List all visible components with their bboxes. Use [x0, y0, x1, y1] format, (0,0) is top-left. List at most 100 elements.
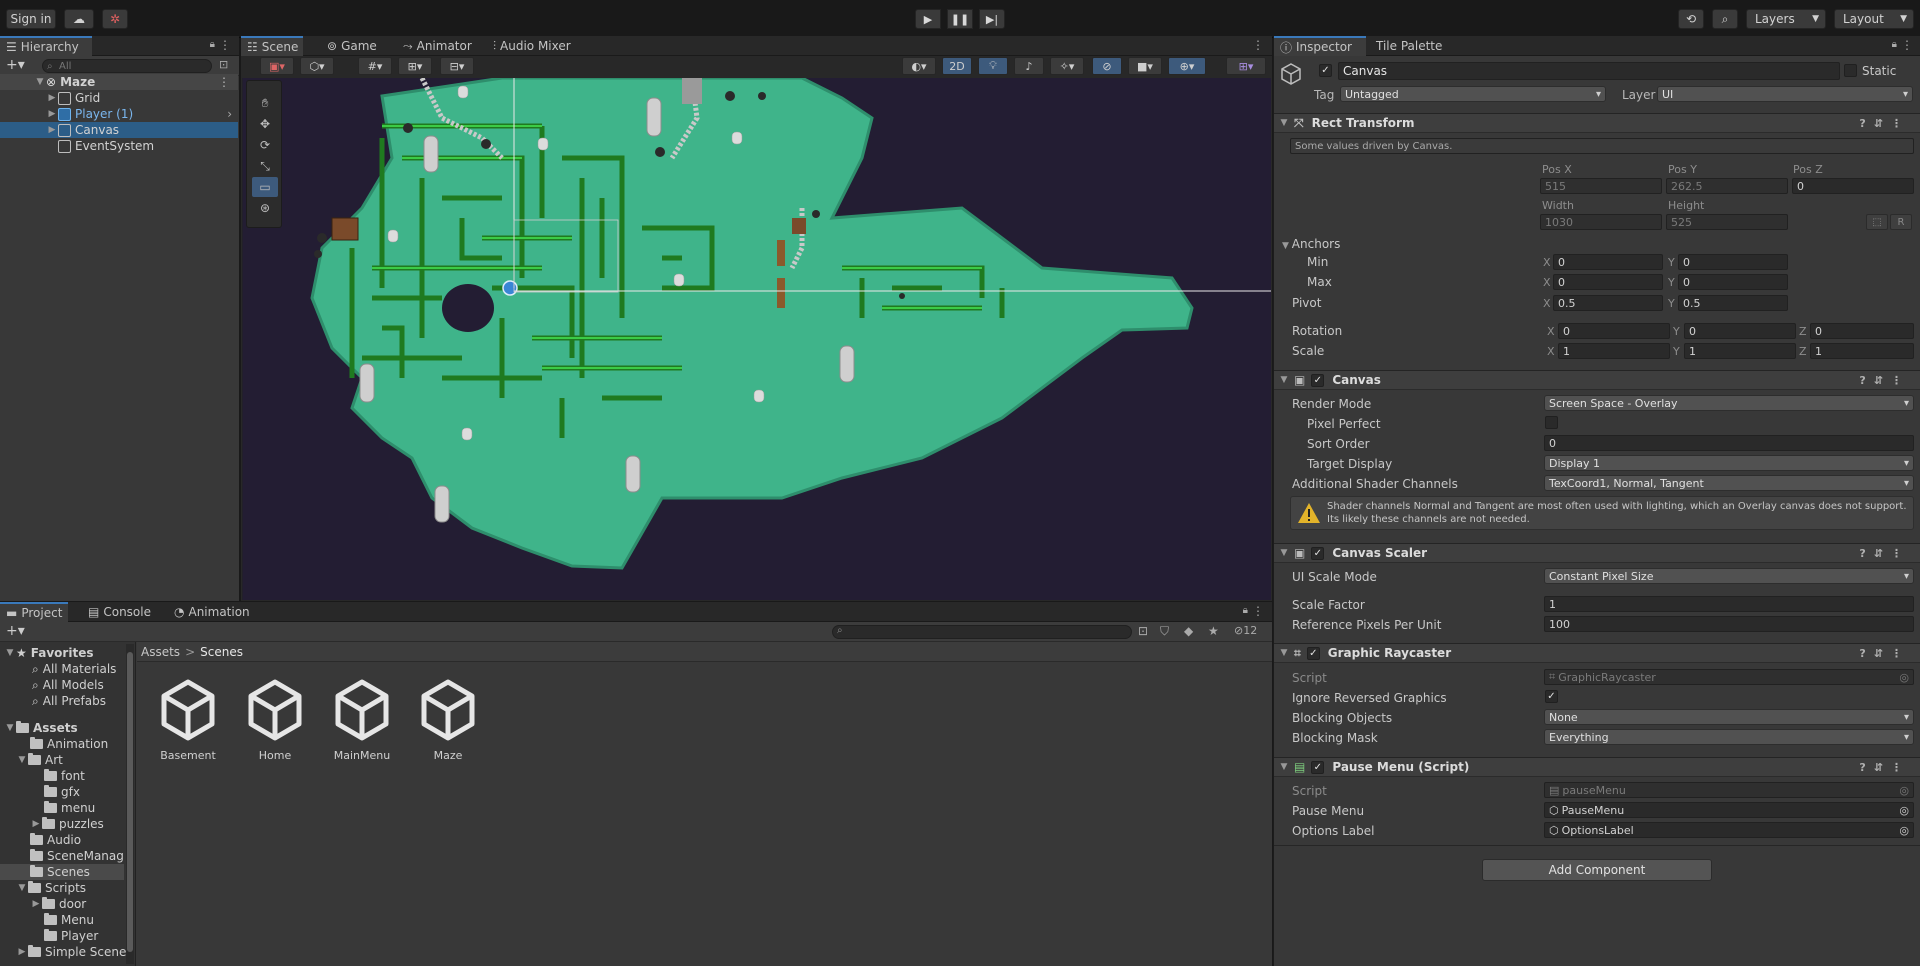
graphic-raycaster-header[interactable]: ▼ ⌗ ✓ Graphic Raycaster ?⇵⋮ [1274, 643, 1920, 663]
rect-transform-header[interactable]: ▼ ⤧ Rect Transform ?⇵⋮ [1274, 113, 1920, 133]
anchor-max-x-field[interactable]: 0 [1553, 274, 1663, 290]
ref-ppu-field[interactable]: 100 [1544, 616, 1914, 632]
scene-asset-basement[interactable]: Basement [150, 678, 226, 762]
static-checkbox[interactable] [1844, 64, 1857, 77]
project-folder[interactable]: menu [44, 800, 95, 816]
add-component-button[interactable]: Add Component [1482, 859, 1712, 881]
favorite-item[interactable]: ⌕ All Materials [32, 661, 116, 677]
overlay-menu-button[interactable]: ⊞▾ [1226, 57, 1266, 75]
scale-factor-field[interactable]: 1 [1544, 596, 1914, 612]
hierarchy-item-canvas[interactable]: ▶ Canvas [0, 122, 238, 138]
blocking-mask-dropdown[interactable]: Everything [1544, 729, 1914, 745]
expand-triangle-icon[interactable]: ▶ [46, 93, 58, 103]
pos-z-field[interactable]: 0 [1792, 178, 1914, 194]
audio-toggle[interactable]: ♪ [1014, 57, 1044, 75]
pixel-perfect-checkbox[interactable] [1545, 416, 1558, 429]
more-icon[interactable]: ⋮ [1252, 604, 1264, 618]
step-button[interactable]: ▶| [979, 9, 1005, 29]
object-picker-icon[interactable]: ◎ [1899, 824, 1909, 837]
options-label-object-field[interactable]: ⬡ OptionsLabel ◎ [1544, 822, 1914, 838]
tag-dropdown[interactable]: Untagged [1340, 86, 1606, 102]
lock-icon[interactable]: 🔒︎ [1892, 39, 1897, 50]
scale-x-field[interactable]: 1 [1558, 343, 1670, 359]
active-checkbox[interactable]: ✓ [1319, 64, 1332, 77]
pivot-x-field[interactable]: 0.5 [1553, 295, 1663, 311]
mode-2d-toggle[interactable]: 2D [942, 57, 972, 75]
star-icon[interactable]: ★ [1208, 624, 1219, 638]
blocking-objects-dropdown[interactable]: None [1544, 709, 1914, 725]
filter-type-icon[interactable]: ⊡ [1138, 624, 1148, 638]
rotation-z-field[interactable]: 0 [1810, 323, 1914, 339]
layer-dropdown[interactable]: UI [1657, 86, 1913, 102]
lighting-toggle[interactable]: 💡︎ [978, 57, 1008, 75]
filter-label-icon[interactable]: ⛉ [1160, 624, 1169, 639]
increment-snap-button[interactable]: ⊞▾ [398, 57, 432, 75]
more-icon[interactable]: ⋮ [219, 38, 231, 52]
project-folder[interactable]: ▼ Scripts [16, 880, 86, 896]
anchors-row[interactable]: ▼ Anchors [1282, 237, 1340, 251]
expand-triangle-icon[interactable]: ▶ [30, 899, 42, 909]
expand-triangle-icon[interactable]: ▼ [1278, 548, 1290, 558]
assets-header[interactable]: ▼ Assets [4, 720, 78, 736]
cloud-button[interactable]: ☁ [64, 9, 94, 29]
ui-scale-mode-dropdown[interactable]: Constant Pixel Size [1544, 568, 1914, 584]
layout-dropdown[interactable]: Layout ▼ [1834, 9, 1914, 29]
scale-y-field[interactable]: 1 [1684, 343, 1796, 359]
canvas-component-header[interactable]: ▼ ▣ ✓ Canvas ?⇵⋮ [1274, 370, 1920, 390]
pause-menu-object-field[interactable]: ⬡ PauseMenu ◎ [1544, 802, 1914, 818]
search-filter-icon[interactable]: ⊡ [219, 58, 228, 71]
project-folder[interactable]: SceneManag [30, 848, 124, 864]
target-display-dropdown[interactable]: Display 1 [1544, 455, 1914, 471]
expand-triangle-icon[interactable]: ▼ [16, 755, 28, 765]
project-folder[interactable]: gfx [44, 784, 80, 800]
project-folder[interactable]: font [44, 768, 85, 784]
anchor-min-y-field[interactable]: 0 [1678, 254, 1788, 270]
hand-tool[interactable]: ✋︎ [252, 93, 278, 113]
add-icon[interactable]: +▾ [6, 57, 25, 73]
more-icon[interactable]: ⋮ [1252, 38, 1264, 52]
hierarchy-search-input[interactable]: ⌕ All [42, 59, 212, 73]
tag-icon[interactable]: ◆ [1184, 624, 1193, 638]
anchor-max-y-field[interactable]: 0 [1678, 274, 1788, 290]
project-folder[interactable]: ▶ puzzles [30, 816, 104, 832]
scale-tool[interactable]: ⤡ [252, 156, 278, 176]
rect-tool[interactable]: ▭ [252, 177, 278, 197]
grid-snap-button[interactable]: #▾ [358, 57, 392, 75]
tab-scene[interactable]: ☷ Scene [241, 36, 303, 56]
lock-icon[interactable]: 🔒︎ [210, 39, 215, 50]
tab-animator[interactable]: ⤳ Animator [397, 36, 478, 56]
scene-asset-maze[interactable]: Maze [410, 678, 486, 762]
scene-asset-mainmenu[interactable]: MainMenu [324, 678, 400, 762]
hierarchy-item-player[interactable]: ▶ Player (1) › [0, 106, 238, 122]
sign-in-button[interactable]: Sign in [6, 9, 56, 29]
breadcrumb-scenes[interactable]: Scenes [200, 645, 243, 659]
lock-icon[interactable]: 🔒︎ [1243, 605, 1248, 616]
expand-triangle-icon[interactable]: ▼ [16, 883, 28, 893]
project-search-input[interactable]: ⌕ [832, 625, 1132, 639]
canvas-scaler-enabled-checkbox[interactable]: ✓ [1311, 546, 1325, 560]
expand-triangle-icon[interactable]: ▼ [4, 648, 16, 658]
canvas-scaler-header[interactable]: ▼ ▣ ✓ Canvas Scaler ?⇵⋮ [1274, 543, 1920, 563]
expand-triangle-icon[interactable]: ▼ [1278, 648, 1290, 658]
project-folder[interactable]: Audio [30, 832, 81, 848]
expand-triangle-icon[interactable]: ▼ [1278, 762, 1290, 772]
component-menu-icons[interactable]: ?⇵⋮ [1859, 647, 1910, 660]
expand-triangle-icon[interactable]: ▼ [4, 723, 16, 733]
play-button[interactable]: ▶ [915, 9, 941, 29]
collab-button[interactable]: ✲ [102, 9, 128, 29]
project-folder-selected[interactable]: Scenes [0, 864, 124, 880]
more-icon[interactable]: ⋮ [1901, 38, 1913, 52]
ignore-reversed-checkbox[interactable]: ✓ [1545, 690, 1558, 703]
expand-triangle-icon[interactable]: ▼ [1278, 118, 1290, 128]
gizmos-button[interactable]: ⊕▾ [1168, 57, 1206, 75]
project-folder[interactable]: ▶ Simple Scene [16, 944, 126, 960]
favorite-item[interactable]: ⌕ All Prefabs [32, 693, 106, 709]
tab-tile-palette[interactable]: Tile Palette [1370, 36, 1448, 56]
breadcrumb-assets[interactable]: Assets [141, 645, 180, 659]
tab-project[interactable]: ▬ Project [0, 602, 69, 622]
hierarchy-scene-row[interactable]: ▼ ⊗ Maze ⋮ [0, 74, 238, 90]
pivot-y-field[interactable]: 0.5 [1678, 295, 1788, 311]
component-menu-icons[interactable]: ?⇵⋮ [1859, 374, 1910, 387]
tab-console[interactable]: ▤ Console [82, 602, 157, 622]
blueprint-mode-button[interactable]: ⬚ [1866, 214, 1888, 230]
